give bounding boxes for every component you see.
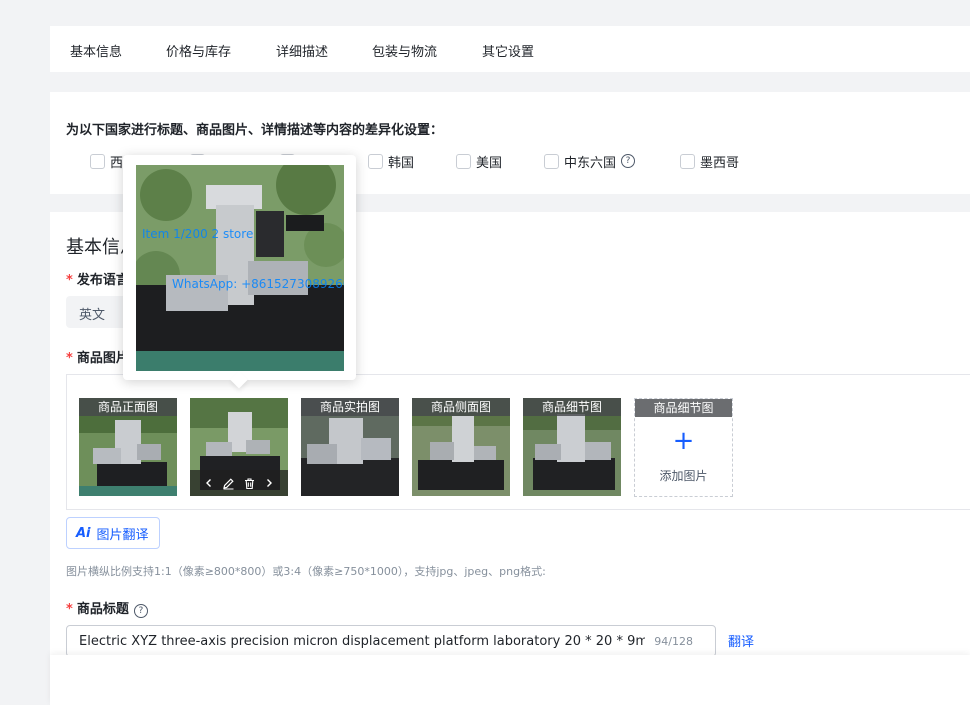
add-slot-label: 商品细节图 (635, 399, 732, 417)
country-label: 中东六国 (564, 155, 617, 171)
product-title-input[interactable]: Electric XYZ three-axis precision micron… (66, 625, 716, 657)
country-settings-title: 为以下国家进行标题、商品图片、详情描述等内容的差异化设置： (66, 123, 444, 138)
country-checkbox-korea[interactable]: 韩国 (368, 152, 415, 171)
tab-packaging-logistics[interactable]: 包装与物流 (372, 41, 437, 60)
country-label: 美国 (476, 155, 503, 171)
product-image-real-shot[interactable]: 商品实拍图 (301, 398, 399, 496)
trash-icon[interactable] (243, 477, 256, 490)
country-label: 韩国 (388, 155, 415, 171)
product-image-detail[interactable]: 商品细节图 (523, 398, 621, 496)
images-label-text: 商品图片 (76, 351, 129, 366)
help-circle-icon[interactable]: ? (133, 604, 148, 618)
thumb-label: 商品正面图 (79, 398, 177, 416)
edit-icon[interactable] (222, 477, 235, 490)
thumb-label: 商品侧面图 (412, 398, 510, 416)
image-format-hint: 图片横纵比例支持1:1（像素≥800*800）或3:4（像素≥750*1000）… (66, 565, 546, 578)
checkbox-box[interactable] (544, 153, 559, 169)
image-preview-popover: Item 1/200 2 store WhatsApp: +8615273089… (123, 155, 356, 389)
title-label-text: 商品标题 (76, 602, 129, 617)
watermark-text: WhatsApp: +8615273089266 (172, 277, 344, 291)
ai-icon: Ai (76, 525, 91, 541)
help-circle-icon[interactable]: ? (621, 154, 636, 168)
plus-icon: + (672, 426, 695, 456)
required-mark: * (66, 273, 73, 288)
language-label-text: 发布语言 (76, 273, 129, 288)
title-translate-link[interactable]: 翻译 (728, 631, 754, 650)
product-image-front[interactable]: 商品正面图 (79, 398, 177, 496)
country-checkbox-gcc[interactable]: 中东六国? (544, 152, 636, 171)
add-image-button[interactable]: 商品细节图 + 添加图片 (634, 398, 733, 497)
tab-description[interactable]: 详细描述 (276, 41, 328, 60)
watermark-text: Item 1/200 2 store (142, 227, 254, 241)
product-image-hovered[interactable] (190, 398, 288, 496)
country-checkbox-usa[interactable]: 美国 (456, 152, 503, 171)
country-checkbox-mexico[interactable]: 墨西哥 (680, 152, 740, 171)
product-photo-large (136, 165, 344, 371)
images-label: * 商品图片 (66, 347, 129, 366)
add-image-text: 添加图片 (659, 469, 708, 483)
tab-other-settings[interactable]: 其它设置 (482, 41, 534, 60)
bottom-card (50, 655, 970, 705)
required-mark: * (66, 351, 73, 366)
country-label: 墨西哥 (700, 155, 740, 171)
required-mark: * (66, 602, 73, 617)
product-title-value: Electric XYZ three-axis precision micron… (79, 634, 645, 649)
tab-basic-info[interactable]: 基本信息 (70, 41, 122, 60)
chevron-right-icon[interactable] (264, 478, 274, 488)
tab-bar: 基本信息 价格与库存 详细描述 包装与物流 其它设置 (50, 26, 970, 72)
title-char-count: 94/128 (654, 635, 693, 648)
tab-price-stock[interactable]: 价格与库存 (166, 41, 231, 60)
product-image-side[interactable]: 商品侧面图 (412, 398, 510, 496)
image-translate-button[interactable]: Ai 图片翻译 (66, 517, 160, 549)
checkbox-box[interactable] (680, 153, 695, 169)
checkbox-box[interactable] (90, 153, 105, 169)
checkbox-box[interactable] (368, 153, 383, 169)
thumb-label: 商品实拍图 (301, 398, 399, 416)
thumb-label: 商品细节图 (523, 398, 621, 416)
checkbox-box[interactable] (456, 153, 471, 169)
language-label: * 发布语言 (66, 269, 129, 288)
thumb-toolbar (190, 470, 288, 496)
title-label: * 商品标题? (66, 598, 148, 618)
preview-image: Item 1/200 2 store WhatsApp: +8615273089… (136, 165, 344, 371)
image-translate-label: 图片翻译 (96, 527, 149, 543)
chevron-left-icon[interactable] (204, 478, 214, 488)
